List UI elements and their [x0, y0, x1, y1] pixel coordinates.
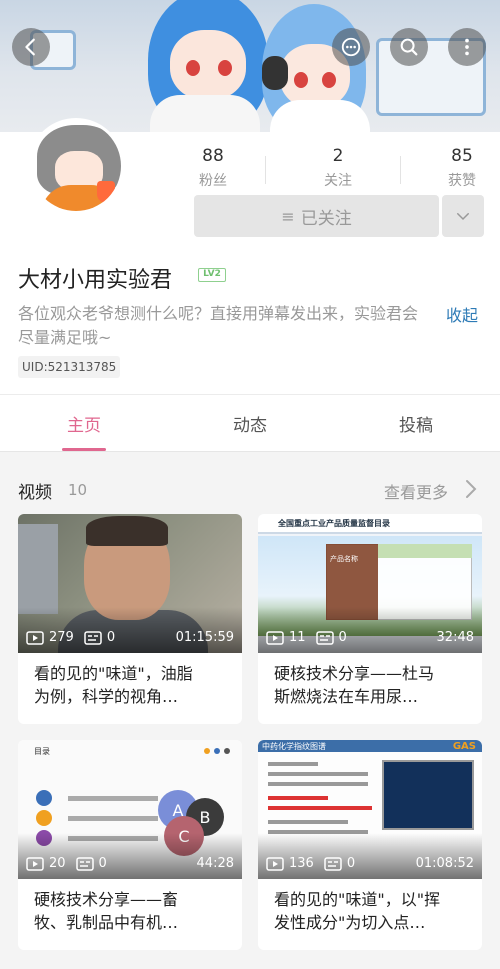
danmaku-count-icon [75, 856, 94, 871]
play-count: 136 [289, 856, 314, 871]
chat-dots-icon [341, 37, 361, 57]
stat-followers[interactable]: 88 粉丝 [168, 146, 258, 190]
danmaku-count-icon [324, 856, 342, 871]
video-title-line: 发性成分"为切入点… [274, 913, 426, 932]
video-title: 硬核技术分享——杜马 斯燃烧法在车用尿… [274, 662, 468, 708]
avatar[interactable] [28, 118, 124, 214]
likes-count: 85 [451, 146, 473, 166]
followers-label: 粉丝 [199, 173, 227, 189]
video-duration: 01:08:52 [415, 856, 474, 871]
video-title-line: 牧、乳制品中有机… [34, 913, 179, 932]
level-badge: LV2 [198, 268, 226, 282]
play-count: 11 [289, 630, 306, 645]
chevron-right-icon[interactable] [462, 478, 480, 500]
video-card[interactable]: 279 0 01:15:59 看的见的"味道"，油脂 为例，科学的视角… [18, 514, 242, 724]
stat-following[interactable]: 2 关注 [293, 146, 383, 190]
video-thumbnail: 全国重点工业产品质量监督目录 产品名称 11 0 32:48 [258, 514, 482, 653]
video-thumbnail: 279 0 01:15:59 [18, 514, 242, 653]
video-card[interactable]: 全国重点工业产品质量监督目录 产品名称 11 0 32:48 硬核技术分享——杜… [258, 514, 482, 724]
video-title: 看的见的"味道"，以"挥 发性成分"为切入点… [274, 888, 468, 934]
stat-divider [400, 156, 401, 184]
danmaku-button[interactable] [332, 28, 370, 66]
following-count: 2 [332, 146, 344, 166]
menu-lines-icon: ≡ [281, 206, 295, 226]
thumb-table-text: 产品名称 [330, 555, 358, 563]
video-title: 看的见的"味道"，油脂 为例，科学的视角… [34, 662, 228, 708]
collapse-link[interactable]: 收起 [446, 302, 478, 326]
uid-label[interactable]: UID:521313785 [18, 356, 121, 378]
tab-dynamics[interactable]: 动态 [210, 411, 290, 436]
video-card[interactable]: 目录 A B C 20 0 44:28 硬核技术分享——畜 牧、乳制品中有机… [18, 740, 242, 950]
video-thumbnail: 目录 A B C 20 0 44:28 [18, 740, 242, 879]
username: 大材小用实验君 [18, 268, 173, 293]
play-count-icon [266, 856, 284, 871]
view-more-link[interactable]: 查看更多 [384, 479, 448, 503]
video-duration: 32:48 [436, 630, 474, 645]
back-button[interactable] [12, 28, 50, 66]
danmaku-count: 0 [98, 856, 107, 871]
thumb-header-text: 中药化学指纹图谱 [262, 742, 326, 751]
thumb-header-text: 目录 [34, 747, 50, 756]
video-title: 硬核技术分享——畜 牧、乳制品中有机… [34, 888, 228, 934]
video-duration: 01:15:59 [175, 630, 234, 645]
profile-banner [0, 0, 500, 132]
danmaku-count: 0 [106, 630, 116, 645]
likes-label: 获赞 [448, 173, 476, 189]
stat-divider [265, 156, 266, 184]
follow-dropdown-button[interactable] [442, 195, 484, 237]
video-title-line: 斯燃烧法在车用尿… [274, 687, 419, 706]
video-title-line: 看的见的"味道"，以"挥 [274, 890, 441, 909]
search-icon [400, 38, 418, 56]
back-arrow-icon [25, 38, 35, 56]
play-count: 279 [49, 630, 74, 645]
more-options-button[interactable] [448, 28, 486, 66]
video-title-line: 硬核技术分享——杜马 [274, 664, 435, 683]
video-title-line: 为例，科学的视角… [34, 687, 179, 706]
videos-count: 10 [68, 481, 88, 499]
kebab-menu-icon [465, 38, 469, 56]
video-duration: 44:28 [196, 856, 234, 871]
danmaku-count-icon [84, 630, 102, 645]
danmaku-count-icon [315, 630, 334, 645]
play-count: 20 [49, 856, 66, 871]
thumb-logo: GAS [452, 741, 476, 752]
search-button[interactable] [390, 28, 428, 66]
video-card[interactable]: 中药化学指纹图谱 GAS 136 0 01:08:52 看的见的"味道"，以"挥… [258, 740, 482, 950]
danmaku-count: 0 [346, 856, 356, 871]
tab-bar: 主页 动态 投稿 [0, 394, 500, 452]
active-tab-indicator [62, 448, 106, 451]
videos-section-title: 视频 [18, 483, 52, 503]
following-label: 关注 [324, 173, 352, 189]
play-count-icon [266, 630, 284, 645]
followed-button[interactable]: ≡ 已关注 [194, 195, 439, 237]
followed-label: 已关注 [300, 208, 352, 229]
tab-submissions[interactable]: 投稿 [376, 411, 456, 436]
bio-text: 各位观众老爷想测什么呢？直接用弹幕发出来，实验君会尽量满足哦~ [18, 304, 419, 347]
play-count-icon [26, 856, 44, 871]
thumb-header-text: 全国重点工业产品质量监督目录 [278, 519, 390, 528]
stat-likes[interactable]: 85 获赞 [417, 146, 500, 190]
danmaku-count: 0 [338, 630, 347, 645]
video-title-line: 硬核技术分享——畜 [34, 890, 179, 909]
followers-count: 88 [202, 146, 224, 166]
chevron-down-icon [457, 213, 469, 221]
tab-home[interactable]: 主页 [44, 411, 124, 436]
play-count-icon [26, 630, 44, 645]
video-title-line: 看的见的"味道"，油脂 [34, 664, 193, 683]
video-thumbnail: 中药化学指纹图谱 GAS 136 0 01:08:52 [258, 740, 482, 879]
